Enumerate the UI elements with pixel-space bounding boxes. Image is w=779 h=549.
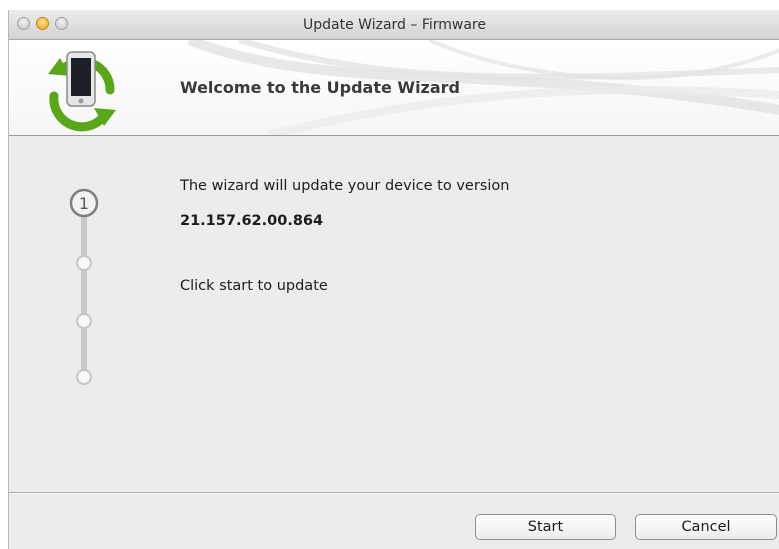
current-step-number: 1 [79, 194, 89, 213]
window-title: Update Wizard – Firmware [303, 17, 486, 33]
start-button[interactable]: Start [475, 514, 616, 540]
wizard-heading: Welcome to the Update Wizard [180, 78, 461, 97]
phone-sync-icon [42, 46, 122, 138]
update-wizard-window: Update Wizard – Firmware Welcome to the … [8, 10, 779, 549]
step-indicator: 1 [67, 186, 101, 390]
cancel-button[interactable]: Cancel [635, 514, 777, 540]
target-version: 21.157.62.00.864 [180, 213, 324, 229]
wizard-content: 1 The wizard will update your device to … [9, 136, 779, 491]
title-bar[interactable]: Update Wizard – Firmware [9, 10, 779, 40]
start-hint: Click start to update [180, 278, 328, 294]
update-description: The wizard will update your device to ve… [180, 178, 510, 194]
footer-divider-highlight [9, 493, 779, 494]
wizard-header: Welcome to the Update Wizard [9, 40, 779, 136]
